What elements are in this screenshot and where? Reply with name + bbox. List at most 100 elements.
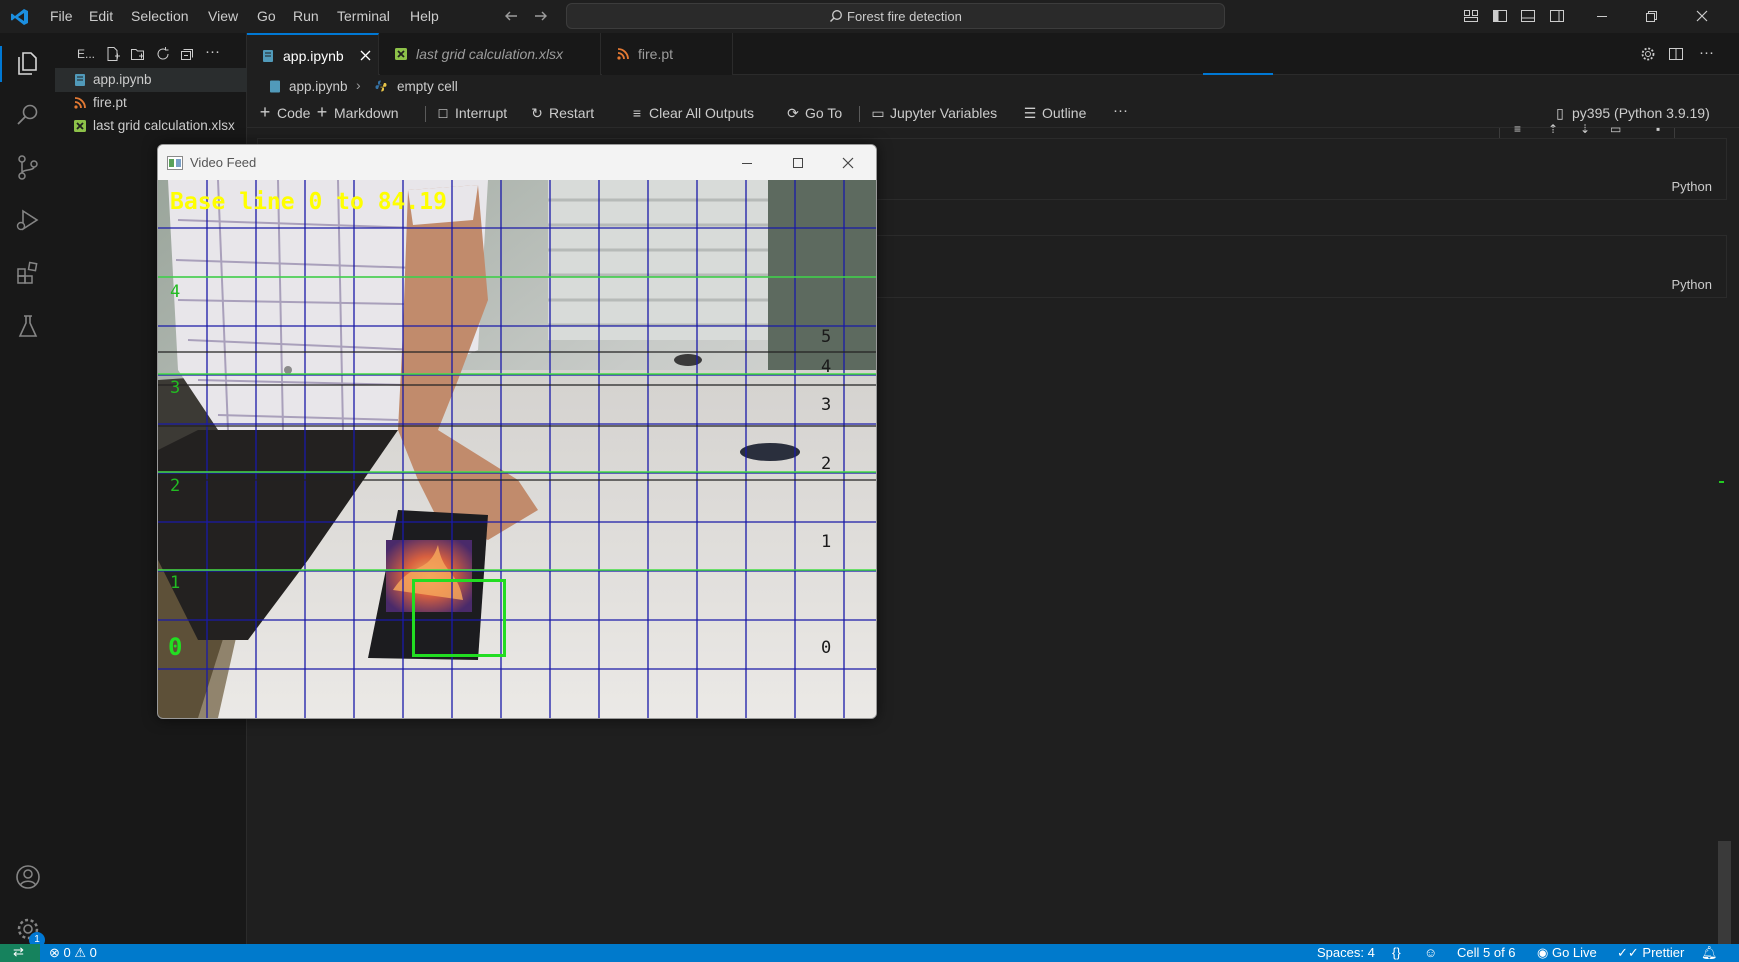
- rss-file-icon: [74, 97, 86, 109]
- move-cell-up-icon[interactable]: ⇡: [1548, 122, 1558, 136]
- move-cell-down-icon[interactable]: ⇣: [1580, 122, 1590, 136]
- maximize-icon[interactable]: [791, 156, 805, 170]
- explorer-file-xlsx[interactable]: last grid calculation.xlsx: [55, 114, 247, 138]
- cell-language[interactable]: Python: [1672, 179, 1712, 194]
- add-markdown-cell-button[interactable]: + Markdown: [314, 103, 399, 121]
- jupyter-variables-button[interactable]: ▭ Jupyter Variables: [870, 105, 997, 122]
- execute-above-icon[interactable]: ≡: [1514, 122, 1521, 136]
- toolbar-more-button[interactable]: ···: [1113, 102, 1128, 119]
- copilot-icon[interactable]: ☺: [1424, 945, 1437, 960]
- tab-label: fire.pt: [638, 46, 674, 62]
- menu-run[interactable]: Run: [293, 8, 319, 24]
- menu-edit[interactable]: Edit: [89, 8, 113, 24]
- new-folder-icon[interactable]: [130, 46, 146, 62]
- close-icon[interactable]: [841, 156, 855, 170]
- menu-file[interactable]: File: [50, 8, 73, 24]
- explorer-file-app-ipynb[interactable]: app.ipynb: [55, 68, 247, 92]
- cell-language[interactable]: Python: [1672, 277, 1712, 292]
- tab-fire-pt[interactable]: fire.pt: [602, 33, 733, 75]
- video-feed-window[interactable]: Video Feed Base line 0 to 84.19 4 3 2 1 …: [157, 144, 877, 719]
- outline-button[interactable]: ☰ Outline: [1022, 105, 1087, 122]
- menu-selection[interactable]: Selection: [131, 8, 189, 24]
- variables-icon: ▭: [871, 105, 885, 121]
- window-app-icon: [167, 156, 183, 170]
- interrupt-button[interactable]: ☐ Interrupt: [435, 105, 508, 121]
- close-window-icon[interactable]: [1694, 8, 1710, 24]
- minimize-icon[interactable]: [740, 156, 754, 170]
- plus-icon: +: [259, 102, 271, 122]
- split-editor-icon[interactable]: [1668, 46, 1684, 62]
- overview-ruler-marker: [1719, 481, 1724, 483]
- restart-button[interactable]: ↻ Restart: [529, 105, 594, 122]
- kernel-picker-button[interactable]: ▯ py395 (Python 3.9.19): [1552, 105, 1710, 122]
- remote-indicator[interactable]: ⇄: [0, 944, 40, 962]
- back-arrow-icon[interactable]: [503, 8, 519, 24]
- tab-app-ipynb[interactable]: app.ipynb: [247, 33, 379, 75]
- notifications-bell-icon[interactable]: 🔔︎: [1701, 945, 1718, 961]
- toolbar-divider: [859, 106, 860, 122]
- collapse-all-icon[interactable]: [179, 46, 195, 62]
- toggle-secondary-sidebar-icon[interactable]: [1549, 8, 1565, 24]
- breadcrumb-cell[interactable]: empty cell: [397, 79, 458, 94]
- status-bar: ⇄ ⊗ 0 ⚠ 0 Spaces: 4 {} ☺ Cell 5 of 6 ◉ G…: [0, 944, 1739, 962]
- menu-view[interactable]: View: [208, 8, 238, 24]
- restart-icon: ↻: [531, 105, 543, 121]
- explorer-title: E...: [77, 47, 96, 61]
- close-tab-icon[interactable]: [359, 49, 372, 62]
- more-actions-icon[interactable]: ···: [205, 43, 220, 60]
- explorer-file-fire-pt[interactable]: fire.pt: [55, 91, 247, 115]
- tab-last-grid-calculation[interactable]: last grid calculation.xlsx: [380, 33, 601, 75]
- right-grid-label: 1: [821, 532, 832, 552]
- new-file-icon[interactable]: [105, 46, 121, 62]
- file-label: last grid calculation.xlsx: [93, 118, 235, 133]
- forward-arrow-icon[interactable]: [533, 8, 549, 24]
- source-control-icon[interactable]: [14, 153, 42, 181]
- breadcrumb-file[interactable]: app.ipynb: [289, 79, 348, 94]
- menu-terminal[interactable]: Terminal: [337, 8, 390, 24]
- go-to-icon: ⟳: [787, 105, 799, 121]
- vscode-logo-icon[interactable]: [10, 7, 30, 27]
- right-grid-label: 4: [821, 357, 832, 377]
- go-live-button[interactable]: ◉ Go Live: [1537, 945, 1597, 961]
- notebook-icon: [270, 80, 280, 93]
- extensions-icon[interactable]: [14, 259, 42, 287]
- rss-file-icon: [617, 48, 629, 60]
- delete-cell-icon[interactable]: ▪: [1656, 122, 1660, 136]
- cell-position-status[interactable]: Cell 5 of 6: [1457, 945, 1516, 960]
- active-indicator: [0, 46, 2, 82]
- notebook-settings-gear-icon[interactable]: [1640, 46, 1656, 62]
- split-cell-icon[interactable]: ▭: [1610, 122, 1621, 136]
- menu-help[interactable]: Help: [410, 8, 439, 24]
- baseline-overlay-text: Base line 0 to 84.19: [170, 189, 447, 215]
- video-window-titlebar[interactable]: Video Feed: [158, 145, 876, 180]
- python-icon: [375, 80, 387, 92]
- toggle-panel-icon[interactable]: [1520, 8, 1536, 24]
- title-bar: File Edit Selection View Go Run Terminal…: [0, 0, 1739, 33]
- toggle-primary-sidebar-icon[interactable]: [1492, 8, 1508, 24]
- right-grid-label: 0: [821, 638, 832, 658]
- kernel-icon: ▯: [1556, 105, 1564, 121]
- indentation-status[interactable]: Spaces: 4: [1317, 945, 1375, 960]
- explorer-icon[interactable]: [14, 49, 42, 77]
- toolbar-divider: [425, 106, 426, 122]
- more-actions-icon[interactable]: ···: [1699, 44, 1714, 61]
- search-view-icon[interactable]: [14, 101, 42, 129]
- problems-indicator[interactable]: ⊗ 0 ⚠ 0: [49, 945, 97, 961]
- language-braces-status[interactable]: {}: [1392, 945, 1401, 960]
- vertical-scrollbar[interactable]: [1718, 841, 1731, 944]
- clear-all-outputs-button[interactable]: ≡ Clear All Outputs: [629, 105, 754, 121]
- refresh-icon[interactable]: [155, 46, 171, 62]
- command-center-search[interactable]: Forest fire detection: [566, 3, 1225, 29]
- go-to-button[interactable]: ⟳ Go To: [785, 105, 842, 122]
- run-debug-icon[interactable]: [14, 206, 42, 234]
- fire-detection-box: [412, 579, 506, 657]
- testing-flask-icon[interactable]: [14, 312, 42, 340]
- prettier-status[interactable]: ✓✓ Prettier: [1617, 945, 1684, 961]
- restore-window-icon[interactable]: [1643, 8, 1659, 24]
- menu-go[interactable]: Go: [257, 8, 276, 24]
- customize-layout-icon[interactable]: [1463, 8, 1479, 24]
- account-icon[interactable]: [14, 863, 42, 891]
- add-code-cell-button[interactable]: + Code: [257, 102, 311, 122]
- search-icon: [830, 10, 842, 22]
- minimize-window-icon[interactable]: [1594, 8, 1610, 24]
